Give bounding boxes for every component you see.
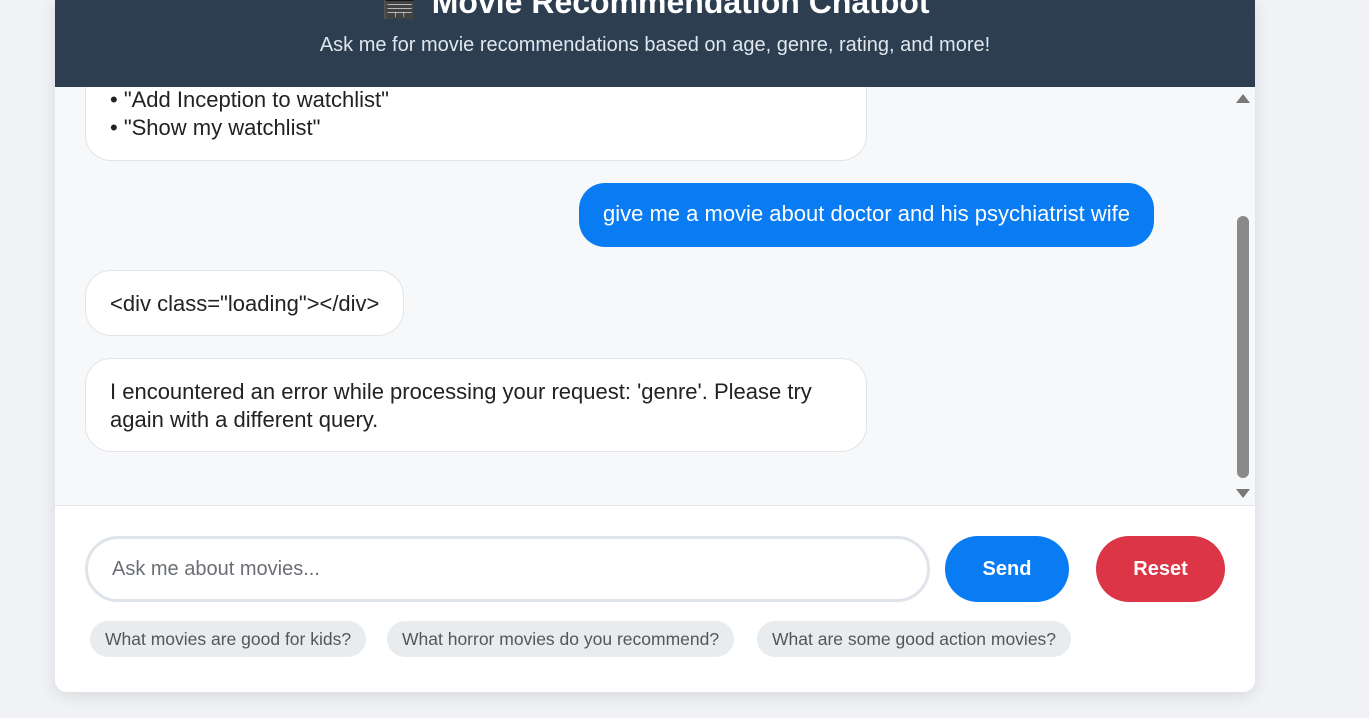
scroll-up-arrow-icon[interactable] <box>1236 94 1250 103</box>
chat-messages[interactable]: • "Add Inception to watchlist" • "Show m… <box>55 87 1255 505</box>
suggestion-chip-horror[interactable]: What horror movies do you recommend? <box>387 621 735 657</box>
header: 🎬 Movie Recommendation Chatbot Ask me for… <box>55 0 1255 87</box>
scrollbar-thumb[interactable] <box>1237 216 1249 478</box>
message-input[interactable] <box>85 536 930 602</box>
send-button[interactable]: Send <box>945 536 1069 602</box>
user-message: give me a movie about doctor and his psy… <box>579 183 1155 247</box>
bot-message: • "Add Inception to watchlist" • "Show m… <box>85 87 867 161</box>
bot-error-message: I encountered an error while processing … <box>85 358 867 452</box>
chat-scrollbar[interactable] <box>1234 87 1252 505</box>
suggestion-chip-kids[interactable]: What movies are good for kids? <box>90 621 367 657</box>
suggestion-chip-action[interactable]: What are some good action movies? <box>757 621 1072 657</box>
page-title: 🎬 Movie Recommendation Chatbot <box>55 0 1255 21</box>
reset-button[interactable]: Reset <box>1096 536 1225 602</box>
message-line: • "Add Inception to watchlist" <box>110 87 389 112</box>
scroll-down-arrow-icon[interactable] <box>1236 489 1250 498</box>
chatbot-app: 🎬 Movie Recommendation Chatbot Ask me for… <box>55 0 1255 692</box>
clapper-board-icon: 🎬 <box>380 0 418 20</box>
title-text: Movie Recommendation Chatbot <box>431 0 930 20</box>
bot-message: <div class="loading"></div> <box>85 270 405 336</box>
page-subtitle: Ask me for movie recommendations based o… <box>319 34 991 56</box>
message-line: • "Show my watchlist" <box>110 115 321 140</box>
divider <box>55 505 1255 506</box>
